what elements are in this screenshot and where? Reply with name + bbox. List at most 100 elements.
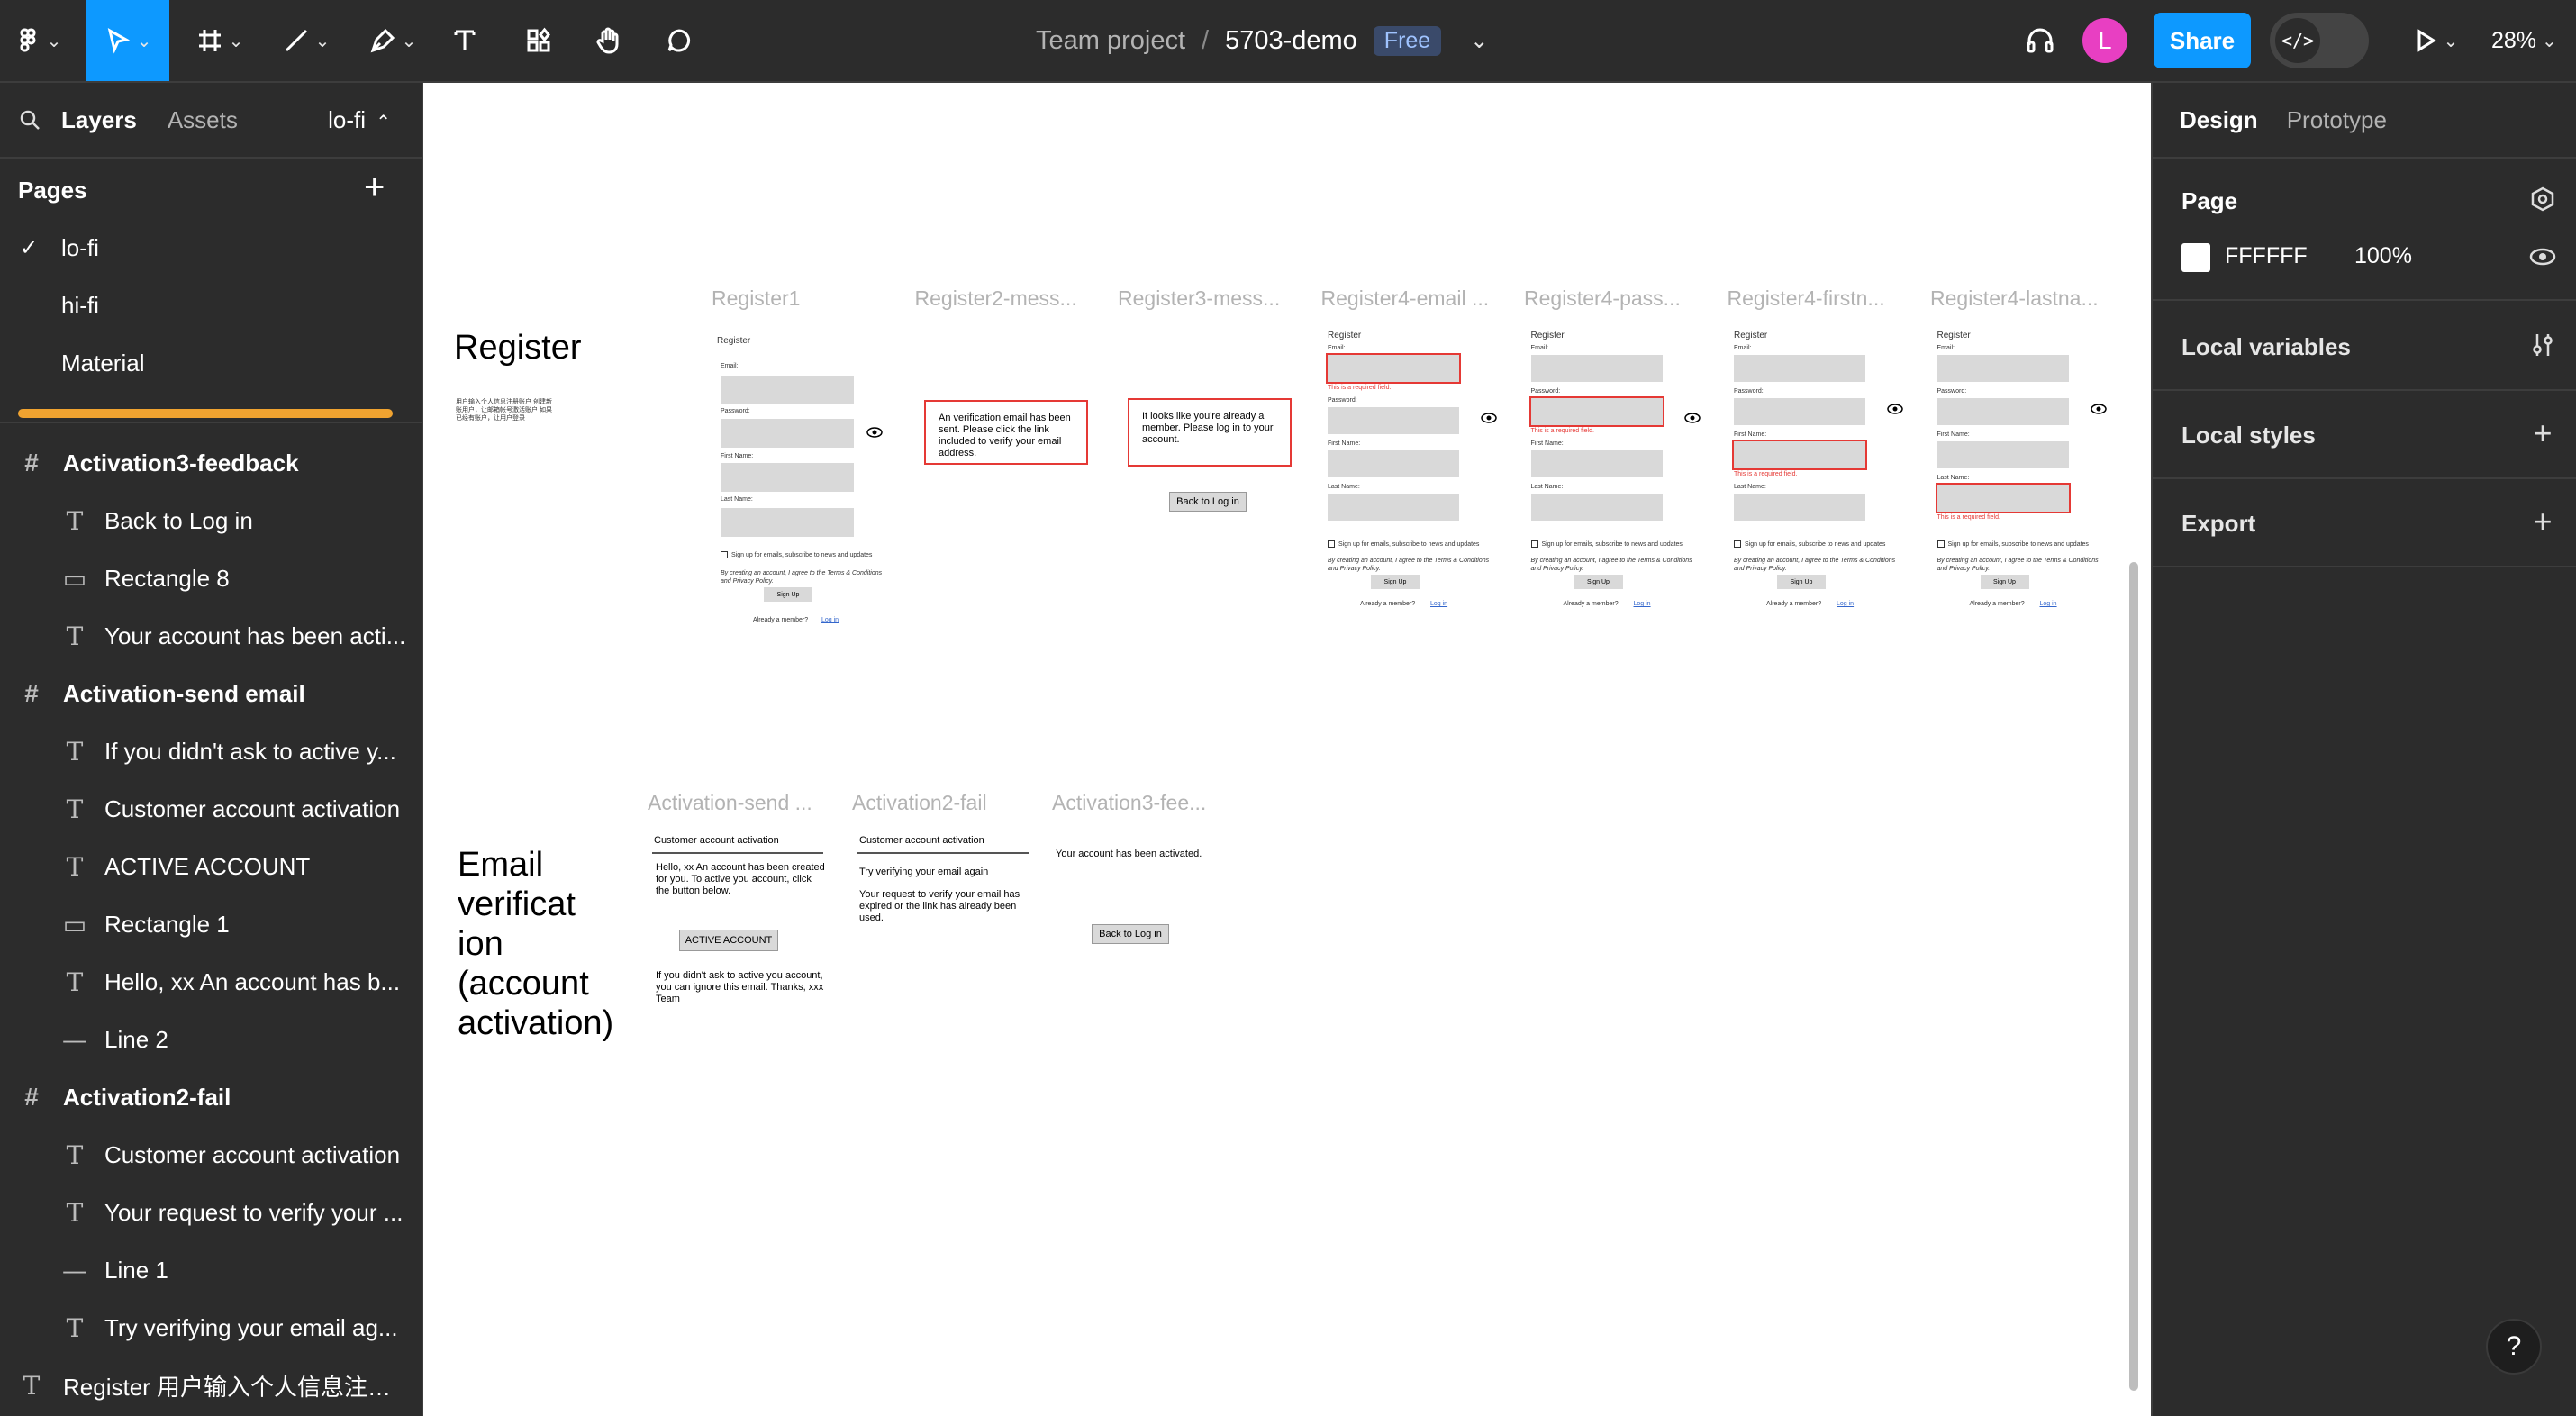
present-button[interactable]: ⌄ (2405, 0, 2466, 81)
layer-label: If you didn't ask to active y... (104, 737, 396, 765)
chevron-down-icon: ⌄ (136, 31, 152, 51)
first-name-field (1328, 450, 1459, 477)
page-color-opacity[interactable]: 100% (2354, 243, 2412, 269)
add-style-button[interactable]: + (2527, 417, 2558, 449)
share-button[interactable]: Share (2154, 13, 2251, 68)
local-variables-button[interactable] (2527, 330, 2558, 360)
layer-item[interactable]: # Activation3-feedback (0, 434, 422, 492)
frame-label[interactable]: Register1 (712, 286, 800, 311)
page-item-0[interactable]: ✓ lo-fi (0, 219, 422, 277)
avatar[interactable]: L (2082, 18, 2127, 63)
form-heading: Register (1530, 331, 1565, 340)
layer-item[interactable]: T Your account has been acti... (0, 607, 422, 665)
frame-tool-button[interactable]: ⌄ (184, 0, 256, 81)
tab-layers[interactable]: Layers (61, 106, 137, 134)
already-member-message[interactable]: It looks like you're already a member. P… (1128, 398, 1292, 467)
move-tool-icon (107, 28, 130, 54)
frame-icon: # (24, 449, 39, 477)
zoom-level: 28% (2491, 27, 2537, 53)
page-item-2[interactable]: Material (0, 334, 422, 392)
checkbox (721, 551, 728, 558)
frame-label[interactable]: Activation3-fee... (1052, 791, 1206, 815)
first-name-field (1937, 441, 2069, 468)
chevron-down-icon[interactable]: ⌄ (1470, 28, 1488, 54)
main-menu-button[interactable]: ⌄ (5, 0, 70, 81)
frame-label[interactable]: Register4-pass... (1524, 286, 1681, 311)
layer-item[interactable]: T Hello, xx An account has b... (0, 953, 422, 1011)
act-fail-line1: Try verifying your email again (859, 867, 989, 877)
act-send-header: Customer account activation (654, 835, 779, 846)
layer-item[interactable]: T Customer account activation (0, 780, 422, 838)
frame-label[interactable]: Register3-mess... (1118, 286, 1280, 311)
zoom-menu[interactable]: 28% ⌄ (2491, 0, 2557, 81)
layer-item[interactable]: T If you didn't ask to active y... (0, 722, 422, 780)
canvas[interactable]: Register 用户输入个人信息注册账户 创建新账用户，让邮箱帐号激活账户 如… (425, 83, 2149, 1416)
export-heading[interactable]: Export (2181, 510, 2255, 538)
plan-badge: Free (1373, 25, 1442, 56)
layer-item[interactable]: # Activation2-fail (0, 1068, 422, 1126)
breadcrumb-team[interactable]: Team project (1036, 26, 1185, 56)
search-icon[interactable] (18, 108, 41, 132)
signup-button: Sign Up (1777, 575, 1826, 589)
password-label: Password: (1937, 388, 1967, 395)
audio-button[interactable] (2018, 0, 2063, 81)
move-tool-button[interactable]: ⌄ (86, 0, 169, 81)
layer-item[interactable]: T Back to Log in (0, 492, 422, 549)
page-color-hex[interactable]: FFFFFF (2225, 243, 2308, 269)
visibility-toggle[interactable] (2527, 241, 2558, 272)
local-variables-heading[interactable]: Local variables (2181, 333, 2351, 361)
comment-button[interactable] (659, 0, 699, 81)
add-export-button[interactable]: + (2527, 505, 2558, 538)
line-tool-button[interactable]: ⌄ (270, 0, 342, 81)
frame-label[interactable]: Activation2-fail (852, 791, 987, 815)
first-name-label: First Name: (1530, 440, 1564, 447)
layer-item[interactable]: T Try verifying your email ag... (0, 1299, 422, 1357)
email-field (1937, 355, 2069, 382)
verification-sent-message[interactable]: An verification email has been sent. Ple… (924, 400, 1088, 465)
page-color-swatch[interactable] (2181, 243, 2210, 272)
already-member-text: Already a member? (753, 617, 809, 623)
chevron-down-icon: ⌄ (314, 31, 331, 51)
tab-assets[interactable]: Assets (168, 106, 238, 134)
checkbox (1734, 540, 1741, 548)
layer-item[interactable]: — Line 1 (0, 1241, 422, 1299)
add-page-button[interactable]: + (364, 169, 385, 205)
frame-label[interactable]: Register4-email ... (1321, 286, 1490, 311)
layer-item[interactable]: T ACTIVE ACCOUNT (0, 838, 422, 895)
layer-item[interactable]: T Register 用户输入个人信息注册... (0, 1357, 422, 1414)
file-name[interactable]: 5703-demo (1225, 26, 1357, 56)
frame-label[interactable]: Register2-mess... (915, 286, 1077, 311)
text-tool-button[interactable] (445, 0, 485, 81)
pen-tool-button[interactable]: ⌄ (357, 0, 429, 81)
email-label: Email: (1530, 345, 1548, 351)
current-page-selector[interactable]: lo-fi ⌃ (328, 106, 391, 134)
frame-label[interactable]: Register4-firstn... (1728, 286, 1885, 311)
chevron-down-icon: ⌄ (2443, 31, 2459, 51)
layer-label: Rectangle 1 (104, 910, 230, 938)
sliders-icon (2533, 334, 2553, 356)
layer-item[interactable]: ▭ Rectangle 8 (0, 549, 422, 607)
act-send-footer: If you didn't ask to active you account,… (656, 970, 824, 1004)
layer-item[interactable]: ▭ Rectangle 1 (0, 895, 422, 953)
local-styles-heading[interactable]: Local styles (2181, 422, 2316, 449)
already-member-text: Already a member? (1360, 601, 1416, 607)
dev-mode-toggle[interactable]: </> (2270, 13, 2369, 68)
tab-prototype[interactable]: Prototype (2287, 106, 2387, 134)
layer-item[interactable]: — Line 2 (0, 1011, 422, 1068)
act-fail-line2: Your request to verify your email has ex… (859, 889, 1020, 923)
page-styles-button[interactable] (2527, 184, 2558, 214)
divider (2153, 299, 2576, 301)
tab-design[interactable]: Design (2180, 106, 2258, 134)
resources-button[interactable] (519, 0, 558, 81)
frame-label[interactable]: Activation-send ... (648, 791, 812, 815)
hand-tool-button[interactable] (587, 0, 630, 81)
layer-item[interactable]: # Activation-send email (0, 665, 422, 722)
page-item-1[interactable]: hi-fi (0, 277, 422, 334)
back-to-login-button[interactable]: Back to Log in (1169, 492, 1247, 512)
frame-icon: # (24, 1083, 39, 1111)
frame-label[interactable]: Register4-lastna... (1930, 286, 2099, 311)
help-button[interactable]: ? (2486, 1319, 2542, 1375)
layer-item[interactable]: T Your request to verify your ... (0, 1184, 422, 1241)
canvas-scrollbar[interactable] (2129, 562, 2138, 1391)
layer-item[interactable]: T Customer account activation (0, 1126, 422, 1184)
